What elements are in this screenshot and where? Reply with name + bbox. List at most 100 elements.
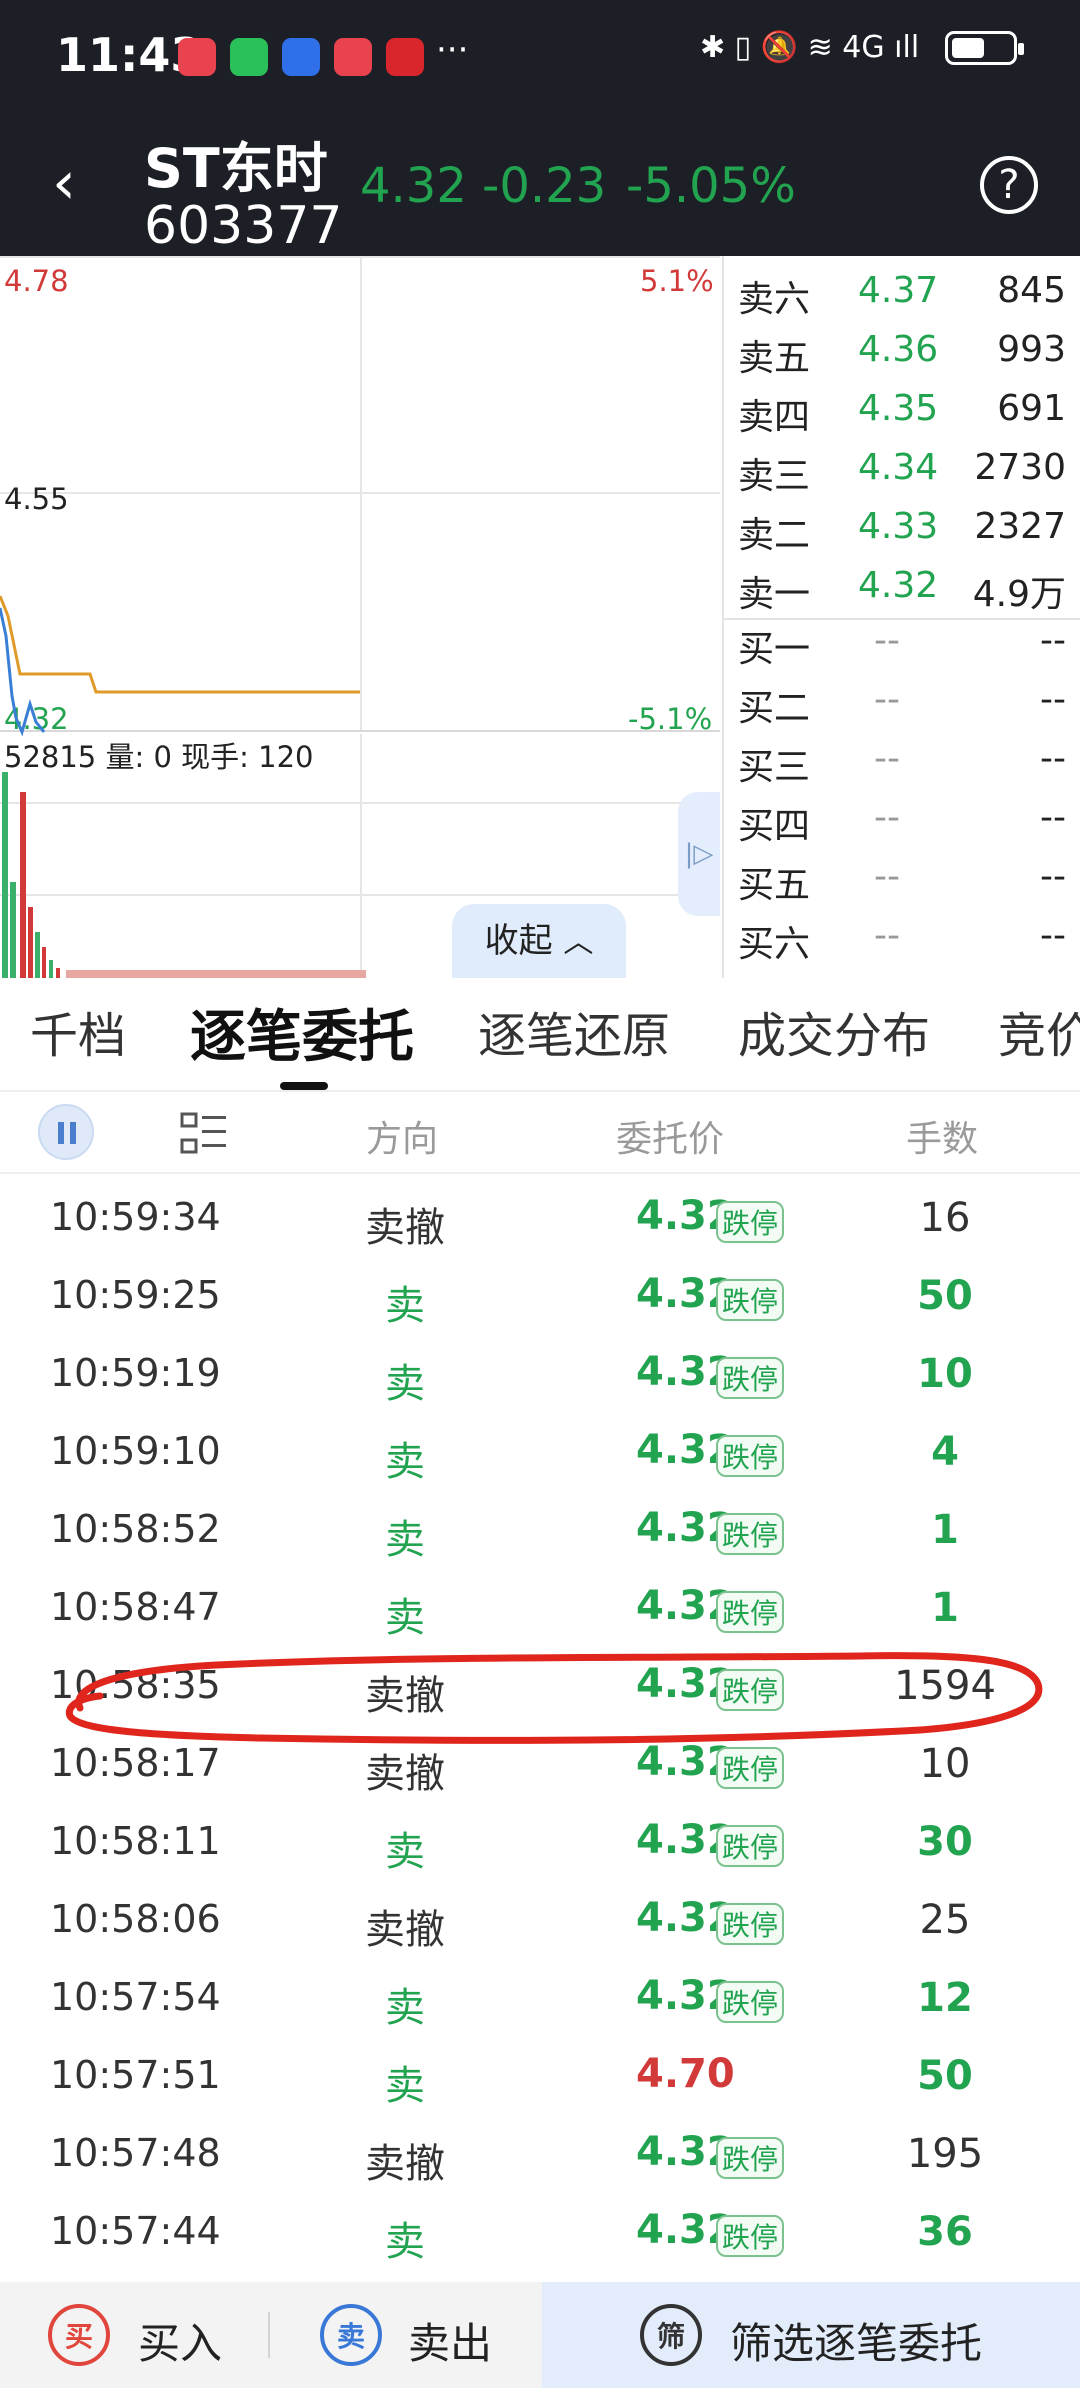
- order-qty: 10: [917, 1351, 973, 1397]
- order-time: 10:57:44: [50, 2209, 221, 2253]
- limit-down-tag: 跌停: [716, 2215, 784, 2257]
- app-notification-icon: [282, 38, 320, 76]
- bid-volume: --: [1040, 915, 1066, 956]
- order-direction: 卖撤: [365, 2141, 445, 2187]
- tab-trade-distribution[interactable]: 成交分布: [738, 996, 930, 1066]
- order-direction: 卖撤: [365, 1673, 445, 1719]
- qty-header: 手数: [906, 1119, 979, 1160]
- ask-row: 卖二 4.33 2327: [724, 506, 1080, 564]
- bid-volume: --: [1040, 856, 1066, 897]
- table-row[interactable]: 10:58:35 卖撤 4.32 跌停 1594: [0, 1653, 1080, 1731]
- ask-label: 卖三: [738, 456, 811, 497]
- wechat-icon: [230, 38, 268, 76]
- order-direction: 卖: [385, 2219, 425, 2265]
- table-header: 方向 委托价 手数: [0, 1090, 1080, 1174]
- order-qty: 12: [917, 1975, 973, 2021]
- volume-bar: [28, 907, 33, 978]
- price-change-percent: -5.05%: [626, 158, 796, 214]
- intraday-chart[interactable]: 4.78 5.1% 4.55 4.32 -5.1% 52815 量: 0 现手:…: [0, 256, 720, 978]
- filter-orders-button[interactable]: 筛 筛选逐笔委托: [542, 2282, 1080, 2388]
- order-direction: 卖撤: [365, 1751, 445, 1797]
- tab-order-restore[interactable]: 逐笔还原: [478, 996, 670, 1066]
- order-direction: 卖: [385, 1829, 425, 1875]
- ask-volume: 993: [997, 329, 1066, 370]
- table-row[interactable]: 10:59:10 卖 4.32 跌停 4: [0, 1419, 1080, 1497]
- back-icon[interactable]: ‹: [52, 148, 76, 218]
- order-time: 10:58:17: [50, 1741, 221, 1785]
- order-qty: 195: [906, 2131, 984, 2177]
- bid-row: 买五 -- --: [724, 856, 1080, 914]
- collapse-label: 收起: [484, 921, 553, 961]
- ask-volume: 691: [997, 388, 1066, 429]
- table-row[interactable]: 10:57:51 卖 4.70 50: [0, 2043, 1080, 2121]
- bid-volume: --: [1040, 738, 1066, 779]
- order-qty: 50: [917, 1273, 973, 1319]
- limit-down-tag: 跌停: [716, 1669, 784, 1711]
- limit-down-tag: 跌停: [716, 1435, 784, 1477]
- order-book: 卖六 4.37 845 卖五 4.36 993 卖四 4.35 691 卖三 4.34 2730…: [722, 256, 1080, 978]
- bid-price: --: [874, 856, 900, 897]
- bid-row: 买六 -- --: [724, 915, 1080, 973]
- ask-label: 卖四: [738, 397, 811, 438]
- ask-row: 卖五 4.36 993: [724, 329, 1080, 387]
- filter-label: 筛选逐笔委托: [730, 2319, 983, 2368]
- order-time: 10:58:52: [50, 1507, 221, 1551]
- list-view-icon[interactable]: [180, 1112, 228, 1156]
- detail-tabs: 千档 逐笔委托 逐笔还原 成交分布 竞价: [0, 996, 1080, 1088]
- bid-price: --: [874, 915, 900, 956]
- order-time: 10:59:19: [50, 1351, 221, 1395]
- table-row[interactable]: 10:57:54 卖 4.32 跌停 12: [0, 1965, 1080, 2043]
- table-row[interactable]: 10:57:48 卖撤 4.32 跌停 195: [0, 2121, 1080, 2199]
- table-row[interactable]: 10:57:44 卖 4.32 跌停 36: [0, 2199, 1080, 2277]
- table-row[interactable]: 10:59:19 卖 4.32 跌停 10: [0, 1341, 1080, 1419]
- order-direction: 卖: [385, 2063, 425, 2109]
- order-time: 10:59:10: [50, 1429, 221, 1473]
- order-direction: 卖: [385, 1283, 425, 1329]
- table-row[interactable]: 10:58:17 卖撤 4.32 跌停 10: [0, 1731, 1080, 1809]
- ask-row: 卖六 4.37 845: [724, 270, 1080, 328]
- bid-volume: --: [1040, 620, 1066, 661]
- table-row[interactable]: 10:58:06 卖撤 4.32 跌停 25: [0, 1887, 1080, 1965]
- ask-price: 4.32: [858, 565, 939, 606]
- direction-header: 方向: [366, 1119, 439, 1160]
- table-row[interactable]: 10:58:47 卖 4.32 跌停 1: [0, 1575, 1080, 1653]
- sell-button[interactable]: 卖 卖出: [290, 2282, 540, 2388]
- expand-side-panel-button[interactable]: |▷: [678, 792, 720, 916]
- help-icon[interactable]: ?: [980, 156, 1038, 214]
- order-qty: 10: [919, 1741, 971, 1787]
- bid-volume: --: [1040, 679, 1066, 720]
- bottom-action-bar: 买 买入 卖 卖出 筛 筛选逐笔委托: [0, 2282, 1080, 2388]
- ask-row: 卖四 4.35 691: [724, 388, 1080, 446]
- order-qty: 1: [931, 1585, 959, 1631]
- book-app-icon: [334, 38, 372, 76]
- order-qty: 1: [931, 1507, 959, 1553]
- order-qty: 30: [917, 1819, 973, 1865]
- pause-icon[interactable]: [38, 1104, 94, 1160]
- tab-order-by-order[interactable]: 逐笔委托: [190, 992, 414, 1073]
- table-row[interactable]: 10:58:11 卖 4.32 跌停 30: [0, 1809, 1080, 1887]
- ask-label: 卖一: [738, 574, 811, 615]
- table-row[interactable]: 10:59:25 卖 4.32 跌停 50: [0, 1263, 1080, 1341]
- bid-price: --: [874, 679, 900, 720]
- divider: [268, 2312, 270, 2358]
- bid-label: 买六: [738, 924, 811, 965]
- volume-bar: [56, 968, 60, 978]
- price-line: [0, 607, 46, 737]
- order-direction: 卖撤: [365, 1907, 445, 1953]
- bid-row: 买四 -- --: [724, 797, 1080, 855]
- order-time: 10:58:11: [50, 1819, 221, 1863]
- table-row[interactable]: 10:59:34 卖撤 4.32 跌停 16: [0, 1185, 1080, 1263]
- stock-code: 603377: [144, 196, 343, 256]
- collapse-button[interactable]: 收起 ︿: [452, 904, 626, 978]
- ask-volume: 2327: [974, 506, 1066, 547]
- table-row[interactable]: 10:58:52 卖 4.32 跌停 1: [0, 1497, 1080, 1575]
- filter-icon: 筛: [640, 2304, 702, 2366]
- tab-level-depth[interactable]: 千档: [30, 996, 126, 1066]
- tab-auction[interactable]: 竞价: [998, 996, 1080, 1066]
- bid-price: --: [874, 620, 900, 661]
- stock-app-icon: [386, 38, 424, 76]
- buy-button[interactable]: 买 买入: [0, 2282, 270, 2388]
- order-direction: 卖: [385, 1439, 425, 1485]
- bid-label: 买二: [738, 688, 811, 729]
- volume-bar: [20, 792, 26, 978]
